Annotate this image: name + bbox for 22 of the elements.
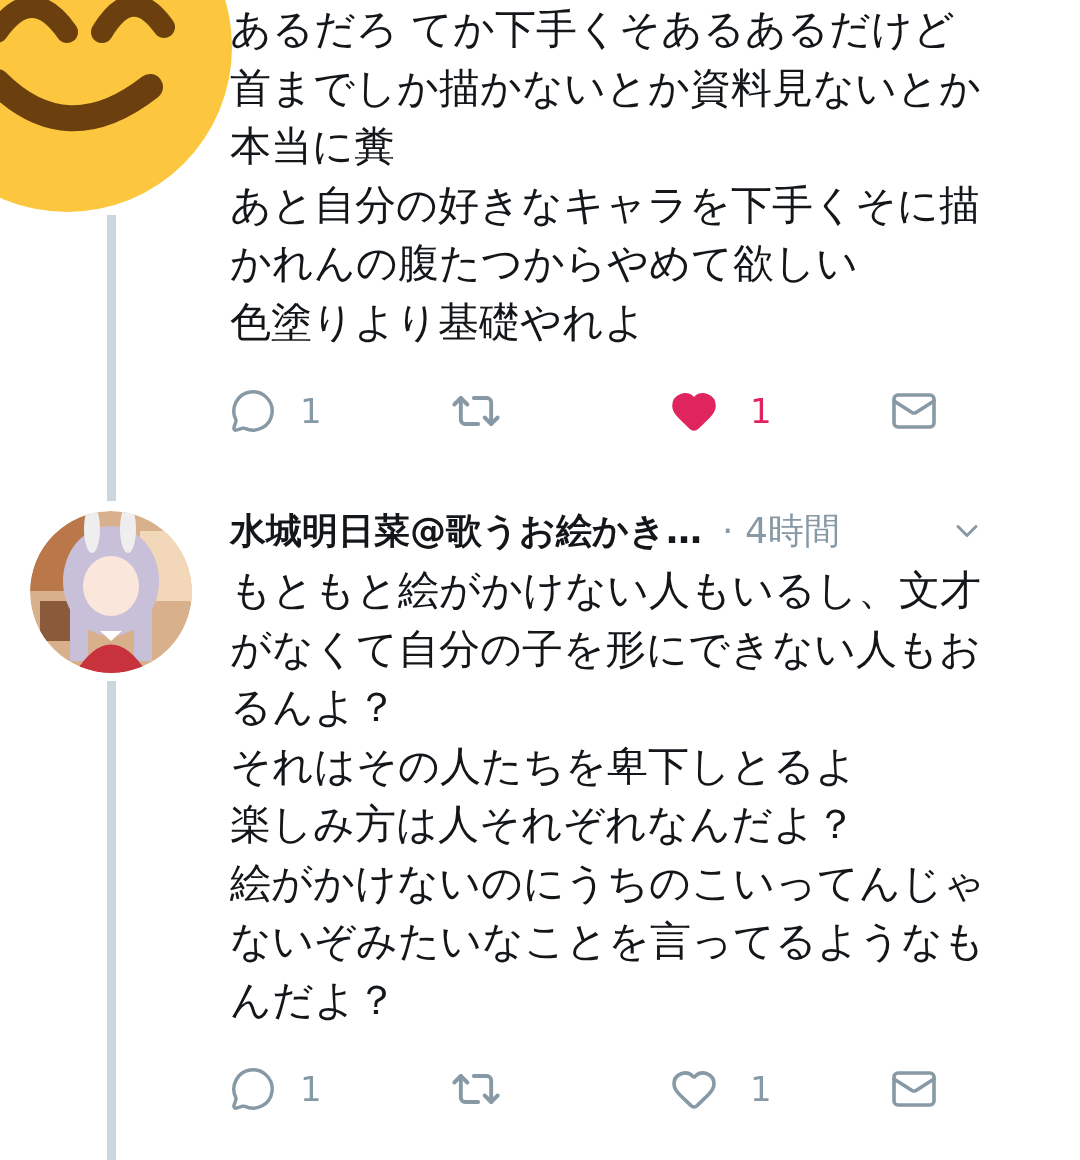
tweet-text-line: 首までしか描かないとか資料見ないとか [230, 62, 981, 114]
tweet-text-line: あるだろ てか下手くそあるあるだけど [230, 4, 957, 55]
tweet-text-line: がなくて自分の子を形にできない人もお [230, 623, 982, 675]
tweet-text-line: それはその人たちを卑下しとるよ [230, 740, 858, 792]
reply-icon[interactable] [230, 388, 276, 434]
reply-count: 1 [300, 1067, 322, 1111]
tweet-text-line: んだよ？ [230, 974, 398, 1026]
reply-count: 1 [300, 389, 322, 433]
like-count: 1 [750, 1067, 772, 1111]
tweet-text-line: 色塗りより基礎やれよ [230, 296, 647, 348]
tweet-text-line: るんよ？ [230, 682, 398, 733]
reply-icon[interactable] [230, 1066, 276, 1112]
author-name[interactable]: 水城明日菜@歌うお絵かき… [230, 504, 702, 558]
like-count: 1 [750, 389, 772, 433]
tweet-text-line: 楽しみ方は人それぞれなんだよ？ [230, 799, 857, 850]
tweet-text-line: ないぞみたいなことを言ってるようなも [230, 916, 985, 967]
tweet-time: · 4時間 [722, 509, 840, 553]
tweet-text-line: かれんの腹たつからやめて欲しい [230, 238, 859, 289]
tweet-text-line: あと自分の好きなキャラを下手くそに描 [230, 179, 981, 231]
tweet-text-line: もともと絵がかけない人もいるし、文才 [230, 565, 982, 616]
tweet-text-line: 絵がかけないのにうちのこいってんじゃ [230, 857, 985, 909]
tweet-text-line: 本当に糞 [230, 121, 396, 172]
